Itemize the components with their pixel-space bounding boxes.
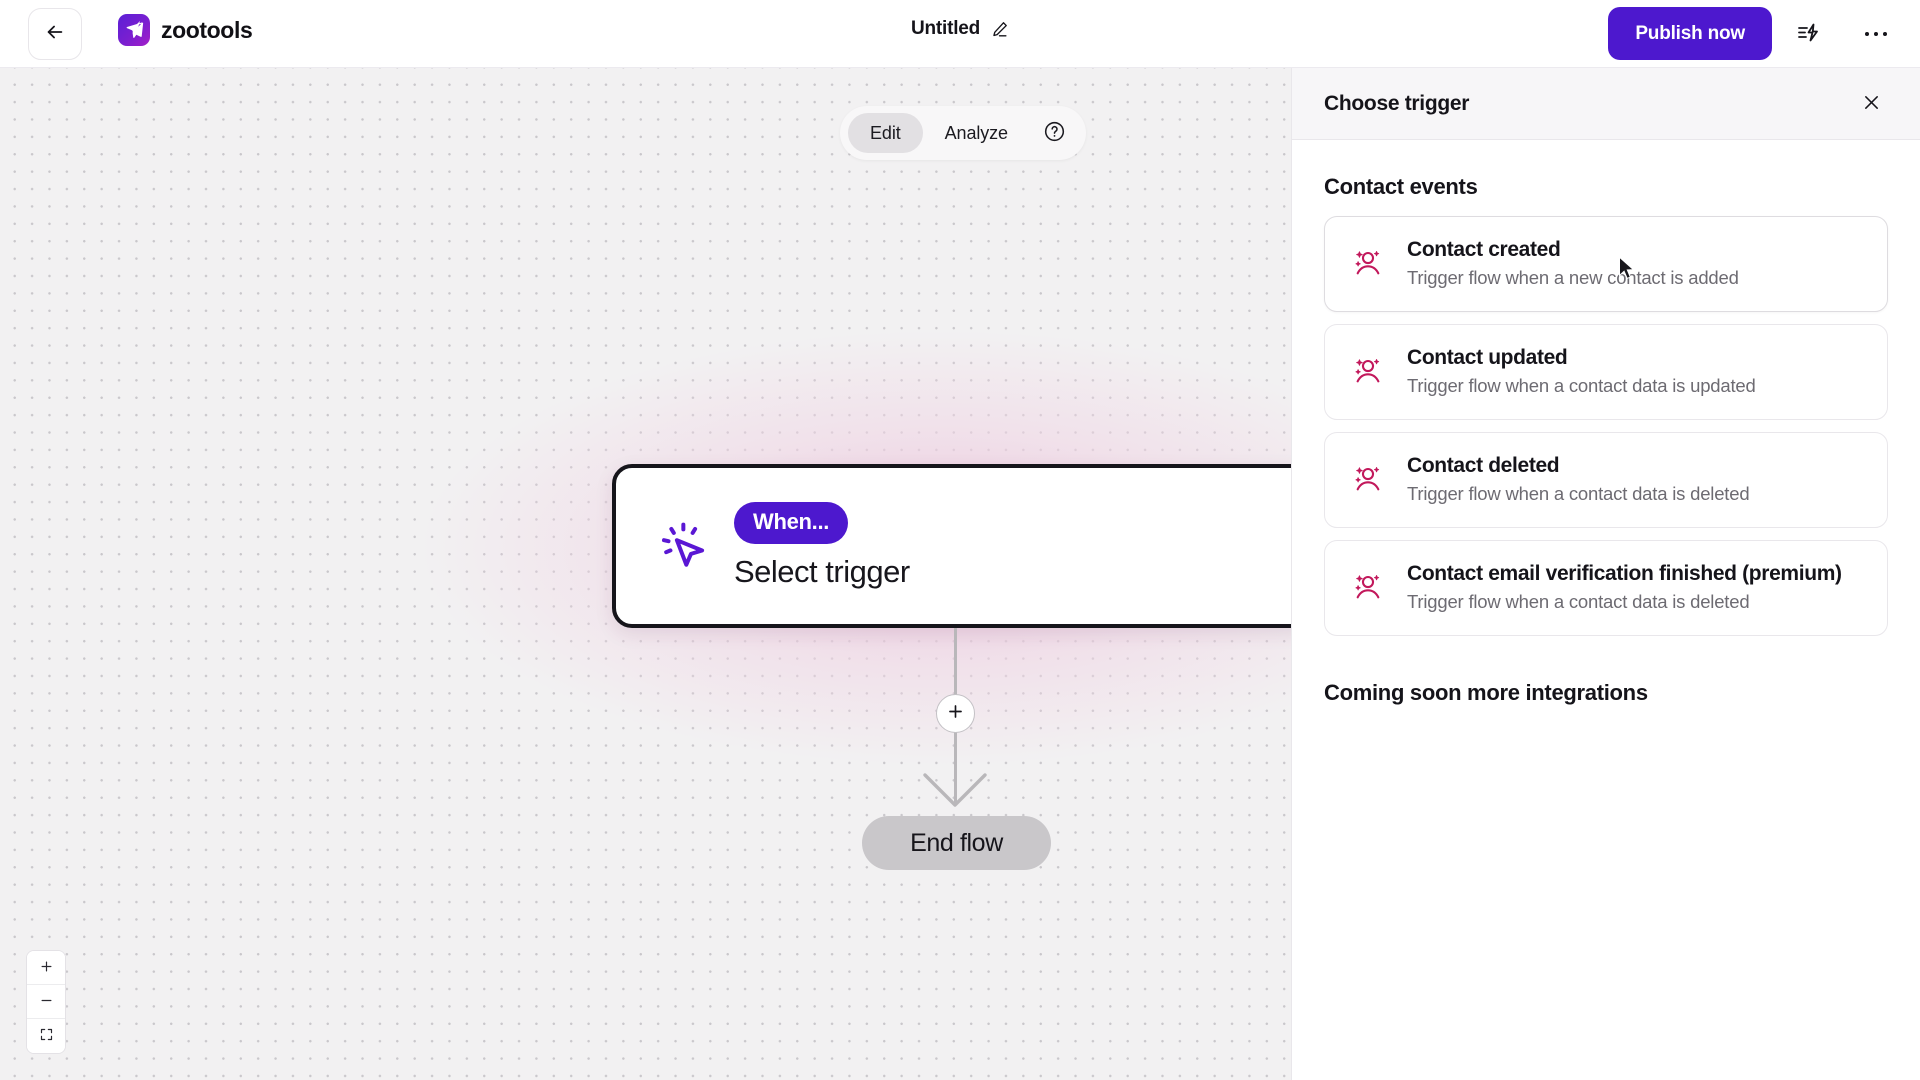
panel-title: Choose trigger (1324, 91, 1470, 115)
more-options-button[interactable] (1856, 14, 1896, 54)
trigger-option-contact-created[interactable]: Contact created Trigger flow when a new … (1324, 216, 1888, 312)
contact-sparkle-icon (1349, 353, 1387, 389)
trigger-option-description: Trigger flow when a contact data is dele… (1407, 590, 1750, 612)
zoom-controls (26, 950, 66, 1054)
trigger-option-text: Contact created Trigger flow when a new … (1407, 238, 1739, 289)
trigger-option-contact-email-verification-finished[interactable]: Contact email verification finished (pre… (1324, 540, 1888, 636)
trigger-option-text: Contact email verification finished (pre… (1407, 562, 1842, 613)
tab-analyze[interactable]: Analyze (923, 113, 1030, 153)
trigger-option-text: Contact updated Trigger flow when a cont… (1407, 346, 1756, 397)
trigger-option-contact-deleted[interactable]: Contact deleted Trigger flow when a cont… (1324, 432, 1888, 528)
trigger-node[interactable]: When... Select trigger (612, 464, 1291, 628)
trigger-option-description: Trigger flow when a new contact is added (1407, 266, 1739, 288)
question-circle-icon (1043, 120, 1066, 146)
trigger-option-title: Contact updated (1407, 345, 1568, 369)
zoom-in-button[interactable] (27, 951, 65, 985)
plus-icon (946, 702, 965, 726)
ellipsis-icon (1864, 31, 1888, 37)
trigger-node-body: When... Select trigger (734, 502, 910, 590)
close-panel-button[interactable] (1855, 86, 1888, 122)
tab-edit[interactable]: Edit (848, 113, 923, 153)
fit-view-button[interactable] (27, 1019, 65, 1053)
trigger-option-title: Contact email verification finished (pre… (1407, 561, 1842, 585)
fit-screen-icon (39, 1027, 54, 1045)
help-button[interactable] (1036, 114, 1074, 152)
panel-header: Choose trigger (1292, 68, 1920, 140)
click-cursor-icon (648, 515, 720, 577)
add-step-button[interactable] (936, 694, 975, 733)
section-title-contact-events: Contact events (1324, 174, 1478, 199)
select-trigger-label: Select trigger (734, 554, 910, 589)
coming-soon-heading: Coming soon more integrations (1324, 680, 1648, 705)
trigger-option-title: Contact created (1407, 237, 1561, 261)
publish-now-button[interactable]: Publish now (1608, 7, 1772, 60)
close-icon (1861, 92, 1882, 116)
minus-icon (39, 993, 54, 1011)
page-title: Untitled (910, 18, 981, 39)
connector-arrowhead (918, 768, 992, 817)
trigger-list: Contact created Trigger flow when a new … (1292, 216, 1920, 636)
flash-lines-icon (1795, 20, 1821, 49)
flow-canvas[interactable]: Edit Analyze When... Select trigger End … (0, 68, 1291, 1080)
when-badge: When... (734, 502, 849, 544)
trigger-option-title: Contact deleted (1407, 453, 1560, 477)
contact-sparkle-icon (1349, 569, 1387, 605)
trigger-option-text: Contact deleted Trigger flow when a cont… (1407, 453, 1750, 505)
zoom-out-button[interactable] (27, 985, 65, 1019)
trigger-option-description: Trigger flow when a contact data is dele… (1407, 482, 1750, 504)
end-flow-node[interactable]: End flow (862, 816, 1051, 870)
top-bar: zootools Untitled Publish now (0, 0, 1920, 68)
quick-actions-button[interactable] (1788, 14, 1828, 54)
contact-sparkle-icon (1349, 461, 1387, 497)
contact-sparkle-icon (1349, 245, 1387, 281)
trigger-option-contact-updated[interactable]: Contact updated Trigger flow when a cont… (1324, 324, 1888, 420)
mode-toggle: Edit Analyze (840, 106, 1086, 160)
choose-trigger-panel: Choose trigger Contact events Contact cr… (1291, 68, 1920, 1080)
trigger-option-description: Trigger flow when a contact data is upda… (1407, 374, 1756, 396)
pencil-icon[interactable] (990, 20, 1009, 39)
plus-icon (39, 959, 54, 977)
